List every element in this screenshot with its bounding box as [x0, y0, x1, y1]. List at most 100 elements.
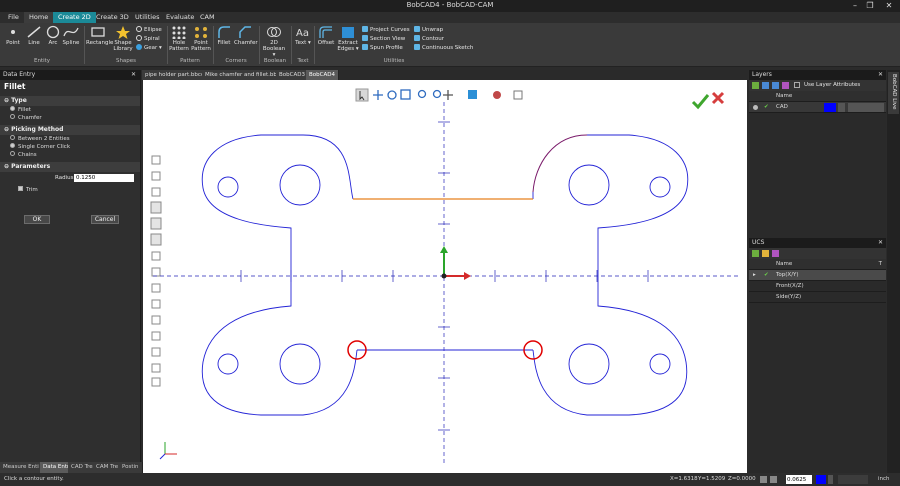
drawing-area[interactable]: [143, 80, 747, 473]
line-width-field[interactable]: [786, 475, 812, 484]
menu-utilities[interactable]: Utilities: [130, 12, 164, 23]
zoom-icon[interactable]: [417, 89, 427, 99]
close-icon[interactable]: ✕: [131, 70, 136, 80]
view-toolbar[interactable]: [355, 88, 523, 102]
menu-cam[interactable]: CAM: [195, 12, 220, 23]
ucs-filter-icon[interactable]: [772, 250, 779, 257]
menu-create-3d[interactable]: Create 3D: [91, 12, 134, 23]
hole[interactable]: [217, 176, 239, 198]
view-cube-icon[interactable]: [468, 90, 477, 99]
tool-icon[interactable]: [151, 363, 161, 373]
line-style-dropdown[interactable]: [838, 475, 868, 484]
chamfer-button[interactable]: Chamfer: [234, 25, 258, 46]
continuous-sketch-button[interactable]: Continuous Sketch: [414, 44, 474, 53]
bore[interactable]: [568, 343, 610, 385]
tab-cam-tree[interactable]: CAM Tre: [93, 462, 123, 473]
radio-fillet[interactable]: Fillet: [0, 106, 140, 114]
check-icon[interactable]: ✔: [764, 270, 769, 281]
fillet-button[interactable]: Fillet: [216, 25, 232, 46]
shape-library-button[interactable]: Shape Library: [112, 25, 134, 52]
tool-icon[interactable]: [151, 171, 161, 181]
contour-button[interactable]: Contour: [414, 35, 474, 44]
tool-icon[interactable]: [151, 187, 161, 197]
tool-icon[interactable]: [151, 267, 161, 277]
tool-icon[interactable]: [150, 233, 162, 246]
spun-profile-button[interactable]: Spun Profile: [362, 44, 416, 53]
snap-icon[interactable]: [760, 476, 767, 483]
close-icon[interactable]: ✕: [878, 70, 883, 80]
tool-icon[interactable]: [150, 217, 162, 230]
unwrap-button[interactable]: Unwrap: [414, 26, 474, 35]
sort-icon[interactable]: T: [879, 259, 882, 270]
radio-chains[interactable]: Chains: [0, 151, 140, 159]
color-swatch[interactable]: [816, 475, 826, 484]
doc-tab-active[interactable]: BobCAD4: [306, 70, 339, 80]
layer-up-icon[interactable]: [762, 82, 769, 89]
ellipse-button[interactable]: Ellipse: [136, 26, 166, 35]
accept-icon[interactable]: [691, 94, 710, 110]
doc-tab[interactable]: Mike chamfer and fillet.bbcd: [202, 70, 288, 80]
bore[interactable]: [279, 343, 321, 385]
tool-icon[interactable]: [151, 347, 161, 357]
section-view-button[interactable]: Section View: [362, 35, 416, 44]
restore-icon[interactable]: ❐: [863, 0, 877, 12]
tool-icon[interactable]: [151, 283, 161, 293]
project-curves-button[interactable]: Project Curves: [362, 26, 416, 35]
text-button[interactable]: Aa Text ▾: [293, 25, 313, 46]
hole[interactable]: [649, 176, 671, 198]
ucs-row[interactable]: ▸ ✔ Top(X/Y): [749, 270, 886, 281]
doc-tab[interactable]: BobCAD3: [276, 70, 309, 80]
axis-icon[interactable]: [443, 90, 453, 100]
tool-icon[interactable]: [150, 201, 162, 214]
chevron-down-icon[interactable]: [838, 103, 845, 112]
line-style-dropdown[interactable]: [848, 103, 884, 112]
hole[interactable]: [217, 353, 239, 375]
zoom-window-icon[interactable]: [400, 89, 411, 100]
minimize-icon[interactable]: –: [848, 0, 862, 12]
cancel-button[interactable]: Cancel: [91, 215, 119, 224]
zoom-fit-icon[interactable]: [432, 89, 442, 99]
ucs-row[interactable]: Side(Y/Z): [749, 292, 886, 303]
close-icon[interactable]: ✕: [878, 238, 883, 248]
display-mode-icon[interactable]: [513, 90, 523, 100]
tool-icon[interactable]: [151, 251, 161, 261]
use-attr-checkbox[interactable]: [794, 82, 800, 88]
layer-row[interactable]: ✔ CAD: [749, 102, 886, 113]
section-picking[interactable]: ⊖ Picking Method: [0, 125, 140, 135]
rotate-icon[interactable]: [387, 90, 397, 100]
visibility-icon[interactable]: [493, 91, 501, 99]
tool-icon[interactable]: [151, 331, 161, 341]
eye-icon[interactable]: [753, 105, 758, 110]
ok-button[interactable]: OK: [24, 215, 50, 224]
bore[interactable]: [279, 164, 321, 206]
tool-icon[interactable]: [151, 315, 161, 325]
menu-create-2d[interactable]: Create 2D: [53, 12, 96, 23]
bobcad-live-tab[interactable]: BobCAD Live: [888, 72, 899, 114]
menu-file[interactable]: File: [3, 12, 24, 23]
tool-icon[interactable]: [151, 299, 161, 309]
radio-between-entities[interactable]: Between 2 Entities: [0, 135, 140, 143]
fillet-arc-highlight[interactable]: [532, 134, 588, 193]
menu-evaluate[interactable]: Evaluate: [161, 12, 199, 23]
layer-filter-icon[interactable]: [782, 82, 789, 89]
section-parameters[interactable]: ⊖ Parameters: [0, 162, 140, 172]
spiral-button[interactable]: Spiral: [136, 35, 166, 44]
arc-button[interactable]: Arc: [43, 25, 63, 46]
bore[interactable]: [568, 164, 610, 206]
add-layer-icon[interactable]: [752, 82, 759, 89]
layer-down-icon[interactable]: [772, 82, 779, 89]
radio-chamfer[interactable]: Chamfer: [0, 114, 140, 122]
ucs-row[interactable]: Front(X/Z): [749, 281, 886, 292]
point-pattern-button[interactable]: Point Pattern: [191, 25, 211, 52]
offset-button[interactable]: Offset: [316, 25, 336, 46]
hole[interactable]: [649, 353, 671, 375]
line-button[interactable]: Line: [24, 25, 44, 46]
layer-color-swatch[interactable]: [824, 103, 836, 112]
gear-button[interactable]: Gear ▾: [136, 44, 166, 53]
section-type[interactable]: ⊖ Type: [0, 96, 140, 106]
tool-icon[interactable]: [151, 155, 161, 165]
check-icon[interactable]: ✔: [764, 102, 769, 113]
tab-measure[interactable]: Measure Enti: [0, 462, 43, 473]
point-button[interactable]: Point: [3, 25, 23, 46]
tab-posting[interactable]: Postin: [119, 462, 143, 473]
